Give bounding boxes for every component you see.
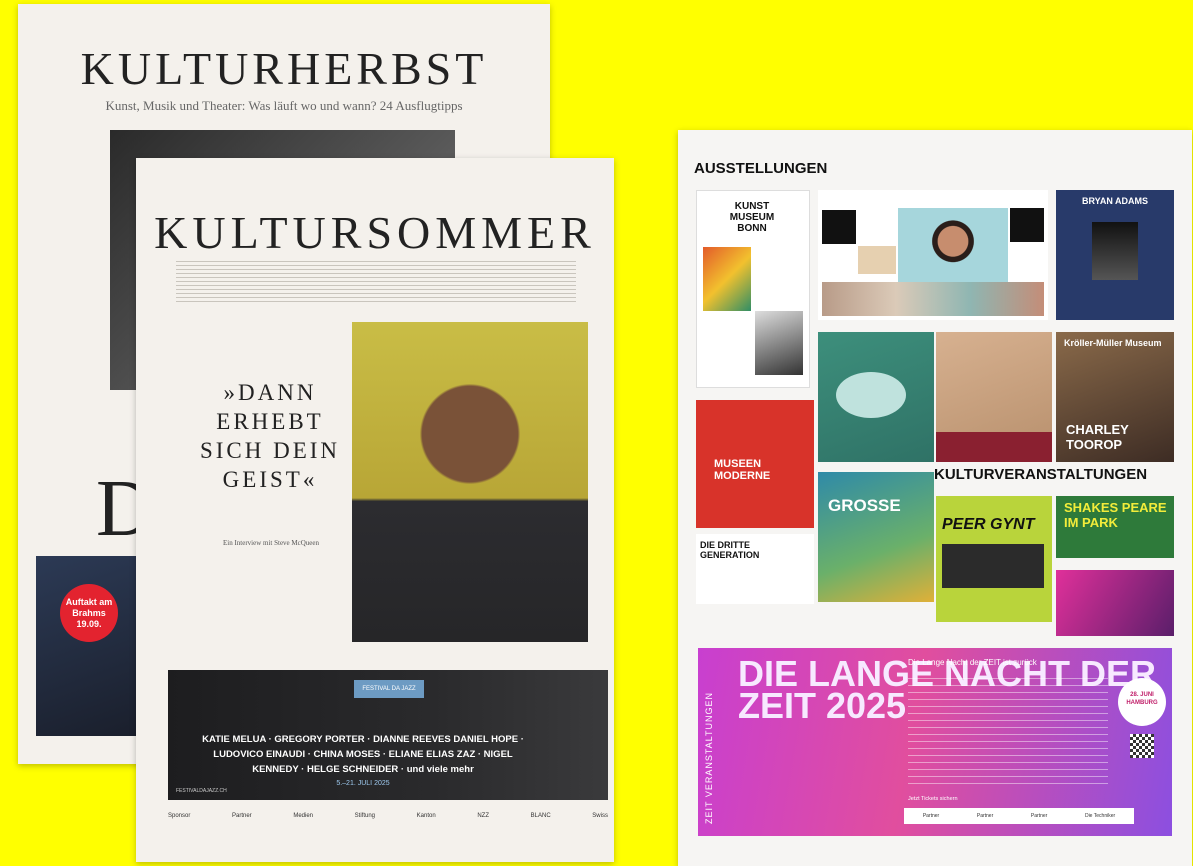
sponsor-logo: BLANC — [530, 813, 551, 819]
lange-nacht-note: Jetzt Tickets sichern — [908, 796, 958, 802]
headline-quote: »DANN ERHEBT SICH DEIN GEIST« — [199, 380, 341, 492]
tile-charley-toorop: Kröller-Müller Museum CHARLEY TOOROP — [1056, 332, 1174, 462]
ad-tag: FESTIVAL DA JAZZ — [354, 680, 424, 698]
partner-logo: Partner — [1030, 813, 1048, 819]
lange-nacht-headline: Die Lange Nacht der ZEIT ist zurück — [908, 658, 1037, 667]
sponsor-logo: Partner — [232, 813, 252, 819]
tile-gallery — [818, 190, 1048, 320]
tile-bryan-title: BRYAN ADAMS — [1081, 196, 1148, 206]
tile-bryan-adams: BRYAN ADAMS — [1056, 190, 1174, 320]
exhibitions-page: AUSSTELLUNGEN KUNST MUSEUM BONN BRYAN AD… — [678, 130, 1192, 866]
sponsor-logo: NZZ — [477, 813, 489, 819]
portrait-photo — [352, 322, 588, 642]
sponsor-logo: Sponsor — [168, 813, 191, 819]
tile-kunstmuseum-title: KUNST MUSEUM BONN — [729, 201, 775, 234]
gallery-portrait — [898, 208, 1008, 282]
tile-peer-title: PEER GYNT — [942, 516, 1035, 533]
lange-nacht-ad: ZEIT VERANSTALTUNGEN DIE LANGE NACHT DER… — [698, 648, 1172, 836]
ad-url: FESTIVALDAJAZZ.CH — [176, 788, 227, 794]
sponsor-logo: Kanton — [416, 813, 436, 819]
lange-nacht-vertical: ZEIT VERANSTALTUNGEN — [704, 691, 714, 824]
tile-pink-event — [1056, 570, 1174, 636]
tile-shakespeare: SHAKES PEARE IM PARK — [1056, 496, 1174, 558]
tile-museen-title: MUSEEN MODERNE — [714, 458, 771, 482]
partner-logo: Partner — [976, 813, 994, 819]
lange-nacht-logos: Partner Partner Partner Die Techniker — [904, 808, 1134, 824]
ad-artist-names: KATIE MELUA · GREGORY PORTER · DIANNE RE… — [202, 734, 524, 775]
tile-generation-title: DIE DRITTE GENERATION — [700, 540, 760, 560]
tile-illustration — [936, 332, 1052, 462]
events-heading: KULTURVERANSTALTUNGEN — [934, 466, 1148, 483]
tile-peer-gynt: PEER GYNT — [936, 496, 1052, 622]
partner-logo: Die Techniker — [1084, 813, 1116, 819]
tile-bryan-photo — [1092, 222, 1138, 280]
sponsor-logo: Stiftung — [354, 813, 376, 819]
tile-kunstmuseum-artwork — [703, 247, 751, 311]
ad-dates: 5.–21. JULI 2025 — [336, 780, 390, 787]
back-lower-photo — [36, 556, 136, 736]
sponsor-logos: Sponsor Partner Medien Stiftung Kanton N… — [168, 808, 608, 824]
front-newspaper: KULTURSOMMER »DANN ERHEBT SICH DEIN GEIS… — [136, 158, 614, 862]
headline-deck: Ein Interview mit Steve McQueen — [222, 539, 320, 547]
tile-charley-title: CHARLEY TOOROP — [1066, 422, 1129, 452]
sponsor-logo: Swiss — [592, 813, 608, 819]
jazz-festival-ad: FESTIVAL DA JAZZ KATIE MELUA · GREGORY P… — [168, 670, 608, 800]
gallery-thumb — [1010, 208, 1044, 242]
back-badge: Auftakt am Brahms 19.09. — [60, 584, 118, 642]
front-masthead: KULTURSOMMER — [154, 207, 596, 258]
intro-text-columns — [176, 258, 576, 304]
gallery-strip — [822, 282, 1044, 316]
lange-nacht-date-badge: 28. JUNI HAMBURG — [1118, 678, 1166, 726]
tile-illustration-banner — [936, 432, 1052, 462]
tile-grosse-title: GROSSE — [828, 496, 901, 515]
sponsor-logo: Medien — [293, 813, 314, 819]
back-masthead: KULTURHERBST — [80, 43, 488, 94]
tile-green-art-shape — [836, 372, 906, 418]
qr-code-icon — [1130, 734, 1154, 758]
exhibitions-heading: AUSSTELLUNGEN — [694, 160, 828, 177]
partner-logo: Partner — [922, 813, 940, 819]
gallery-thumb — [822, 210, 856, 244]
back-subtitle: Kunst, Musik und Theater: Was läuft wo u… — [105, 98, 463, 113]
gallery-thumb — [858, 246, 896, 274]
tile-green-art — [818, 332, 934, 462]
lange-nacht-body-text — [908, 672, 1108, 788]
tile-grosse: GROSSE — [818, 472, 934, 602]
tile-kroller-title: Kröller-Müller Museum — [1064, 338, 1162, 348]
tile-museen-moderne: MUSEEN MODERNE — [696, 400, 814, 528]
tile-shakes-title: SHAKES PEARE IM PARK — [1064, 500, 1167, 530]
tile-kunstmuseum-photo — [755, 311, 803, 375]
tile-kunstmuseum: KUNST MUSEUM BONN — [696, 190, 810, 388]
tile-dritte-generation: DIE DRITTE GENERATION — [696, 534, 814, 604]
tile-peer-photo — [942, 544, 1044, 588]
